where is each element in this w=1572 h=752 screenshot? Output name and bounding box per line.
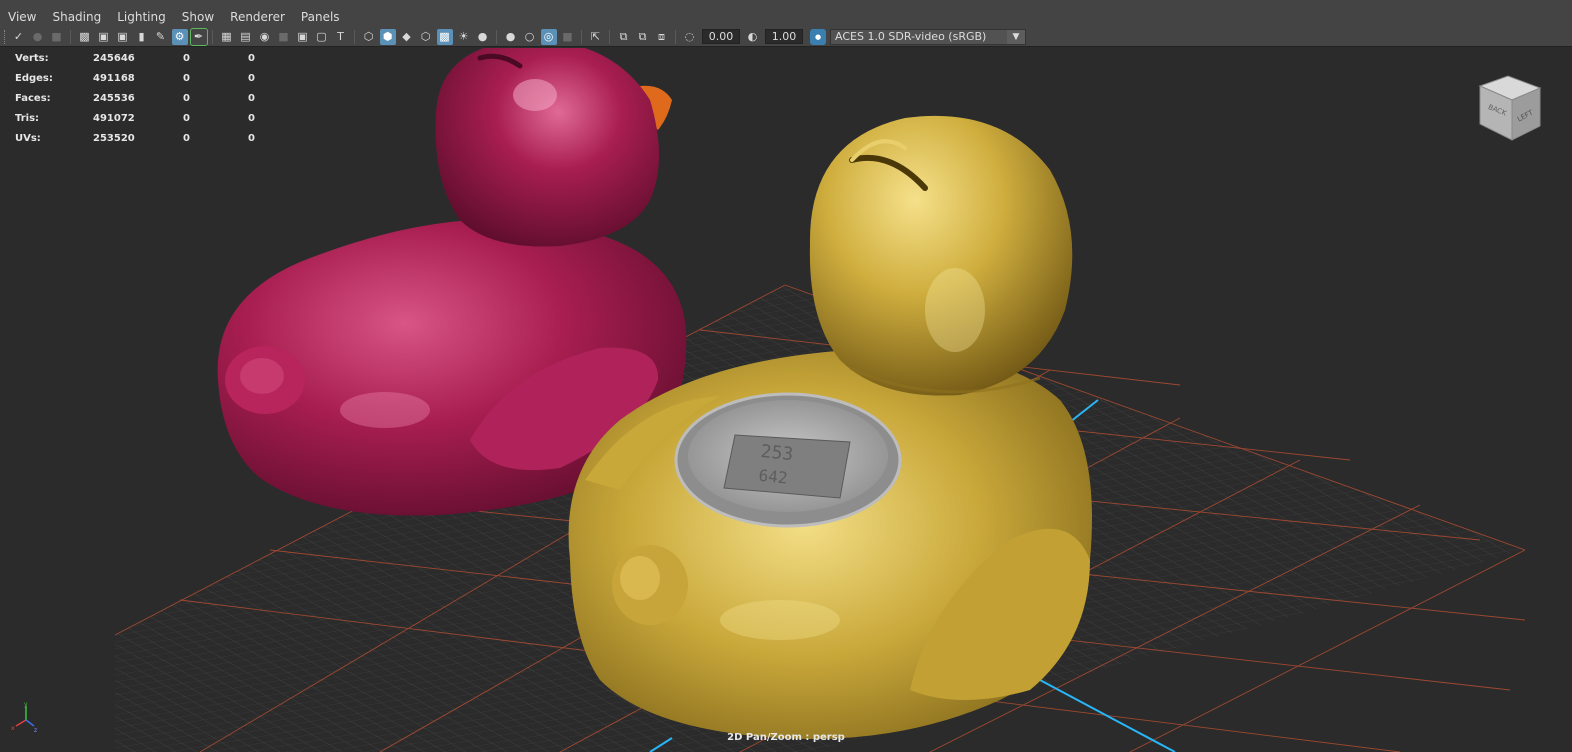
toolbar-separator	[70, 29, 71, 44]
grease-pencil-icon[interactable]: ⚙	[171, 28, 188, 45]
camera-lock-icon[interactable]: ▣	[115, 29, 131, 45]
isolate-select-icon[interactable]: ⇱	[588, 29, 604, 45]
poly-count-hud: Verts: 245646 0 0 Edges: 491168 0 0 Face…	[15, 48, 268, 148]
hud-selected: 0	[183, 132, 190, 144]
film-gate-icon[interactable]: ▤	[238, 29, 254, 45]
hud-row-verts: Verts: 245646 0 0	[15, 48, 268, 68]
chevron-down-icon[interactable]: ▼	[1007, 29, 1025, 44]
anti-aliasing-icon[interactable]: ◎	[540, 28, 557, 45]
svg-text:x: x	[11, 725, 15, 732]
menu-show[interactable]: Show	[174, 8, 222, 27]
camera-name-label: 2D Pan/Zoom : persp	[727, 732, 845, 743]
viewcube[interactable]: BACK LEFT	[1474, 72, 1546, 144]
xray-joints-icon[interactable]: ⧉	[616, 29, 632, 45]
menu-view[interactable]: View	[0, 8, 44, 27]
safe-action-icon[interactable]: ▢	[314, 29, 330, 45]
grid-icon[interactable]: ▦	[219, 29, 235, 45]
backface-culling-icon[interactable]: ⧈	[654, 29, 670, 45]
toolbar-separator	[496, 29, 497, 44]
toolbar-separator	[581, 29, 582, 44]
shade-wire-icon[interactable]: ◆	[399, 29, 415, 45]
hud-value: 245536	[93, 92, 135, 104]
safe-title-icon[interactable]: T	[333, 29, 349, 45]
hud-row-tris: Tris: 491072 0 0	[15, 108, 268, 128]
color-management-icon[interactable]: ●	[810, 28, 826, 45]
hud-value: 253520	[93, 132, 135, 144]
xray-icon[interactable]: ⬡	[418, 29, 434, 45]
gamma-field[interactable]: 1.00	[765, 29, 803, 44]
scene-render: 253 642	[114, 48, 1526, 752]
resolution-gate-icon[interactable]: ◉	[257, 29, 273, 45]
exposure-icon[interactable]: ◌	[682, 29, 698, 45]
menu-shading[interactable]: Shading	[44, 8, 109, 27]
hud-per-object: 0	[248, 72, 255, 84]
gate-mask-icon[interactable]: ■	[276, 29, 292, 45]
hud-per-object: 0	[248, 112, 255, 124]
svg-text:253: 253	[760, 441, 795, 465]
svg-text:y: y	[24, 701, 28, 708]
hud-label: Verts:	[15, 52, 49, 64]
hud-per-object: 0	[248, 132, 255, 144]
hud-label: Edges:	[15, 72, 53, 84]
toolbar-separator	[609, 29, 610, 44]
hud-row-faces: Faces: 245536 0 0	[15, 88, 268, 108]
shadows-icon[interactable]: ●	[475, 29, 491, 45]
gamma-icon[interactable]: ◐	[745, 29, 761, 45]
motion-blur-icon[interactable]: ○	[522, 29, 538, 45]
panel-toolbar: ✓ ● ■ ▩ ▣ ▣ ▮ ✎ ⚙ ✒ ▦ ▤ ◉ ■ ▣ ▢ T ⬡ ⬢ ◆ …	[0, 27, 1572, 47]
menu-renderer[interactable]: Renderer	[222, 8, 293, 27]
view-transform-value: ACES 1.0 SDR-video (sRGB)	[835, 29, 987, 43]
wireframe-icon[interactable]: ⬡	[361, 29, 377, 45]
hud-row-edges: Edges: 491168 0 0	[15, 68, 268, 88]
hud-selected: 0	[183, 72, 190, 84]
hud-row-uvs: UVs: 253520 0 0	[15, 128, 268, 148]
hud-per-object: 0	[248, 52, 255, 64]
hud-label: Faces:	[15, 92, 51, 104]
pencil-icon[interactable]: ✎	[153, 29, 169, 45]
hud-value: 491072	[93, 112, 135, 124]
field-chart-icon[interactable]: ▣	[295, 29, 311, 45]
camera-bookmark-icon[interactable]: ▮	[134, 29, 150, 45]
smooth-shade-icon[interactable]: ⬢	[379, 28, 396, 45]
hud-selected: 0	[183, 52, 190, 64]
lights-icon[interactable]: ☀	[456, 29, 472, 45]
toolbar-separator	[354, 29, 355, 44]
toolbar-separator	[212, 29, 213, 44]
panel-menubar: View Shading Lighting Show Renderer Pane…	[0, 8, 1572, 27]
hud-selected: 0	[183, 92, 190, 104]
hud-value: 245646	[93, 52, 135, 64]
axis-gizmo: y x z	[11, 701, 37, 734]
edit-pencil-icon[interactable]: ✒	[189, 27, 208, 46]
hud-selected: 0	[183, 112, 190, 124]
xray-active-icon[interactable]: ⧉	[635, 29, 651, 45]
select-camera-icon[interactable]: ✓	[11, 29, 27, 45]
menu-lighting[interactable]: Lighting	[109, 8, 174, 27]
screen-space-ao-icon[interactable]: ●	[503, 29, 519, 45]
textured-icon[interactable]: ▩	[436, 28, 453, 45]
hud-label: Tris:	[15, 112, 40, 124]
toolbar-handle[interactable]	[4, 29, 6, 44]
window-top-strip	[0, 0, 1572, 8]
camera-attributes-icon[interactable]: ●	[30, 29, 46, 45]
hud-value: 491168	[93, 72, 135, 84]
svg-text:642: 642	[758, 466, 789, 488]
menu-panels[interactable]: Panels	[293, 8, 348, 27]
hud-per-object: 0	[248, 92, 255, 104]
perspective-viewport[interactable]: 253 642 Verts: 245646 0 0 Edges: 491168 …	[0, 48, 1572, 752]
depth-of-field-icon[interactable]: ■	[560, 29, 576, 45]
view-transform-select[interactable]: ACES 1.0 SDR-video (sRGB) ▼	[830, 28, 1026, 45]
yellow-duck[interactable]: 253 642	[568, 115, 1092, 739]
hud-label: UVs:	[15, 132, 41, 144]
exposure-field[interactable]: 0.00	[702, 29, 740, 44]
image-plane-icon[interactable]: ▩	[77, 29, 93, 45]
toolbar-separator	[675, 29, 676, 44]
bookmark-icon[interactable]: ■	[49, 29, 65, 45]
camera-icon[interactable]: ▣	[96, 29, 112, 45]
